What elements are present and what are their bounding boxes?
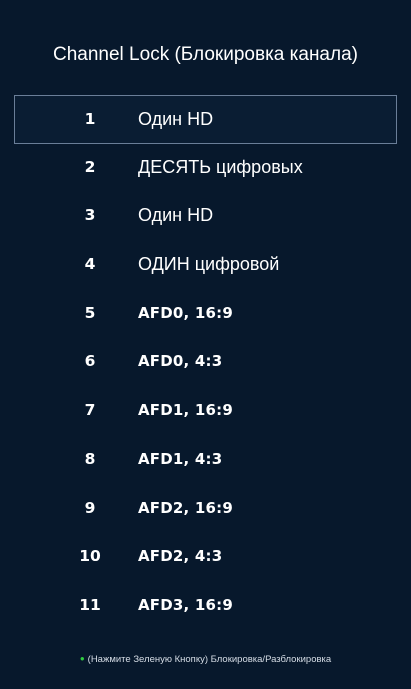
- channel-name: AFD0, 16:9: [138, 303, 233, 322]
- channel-number: 7: [84, 401, 96, 420]
- channel-row-10[interactable]: 10 AFD2, 4:3: [14, 533, 397, 582]
- channel-row-1[interactable]: 1 Один HD: [14, 95, 397, 144]
- green-bullet-icon: ●: [79, 654, 85, 663]
- channel-number: 2: [84, 157, 96, 176]
- channel-row-3[interactable]: 3 Один HD: [14, 192, 397, 241]
- channel-name: AFD0, 4:3: [138, 352, 223, 371]
- channel-row-4[interactable]: 4 ОДИН цифровой: [14, 241, 397, 290]
- channel-name: ДЕСЯТЬ цифровых: [138, 156, 303, 177]
- channel-name: AFD2, 16:9: [138, 498, 233, 517]
- channel-name: AFD1, 16:9: [138, 401, 233, 420]
- hint-text: (Нажмите Зеленую Кнопку) Блокировка/Разб…: [87, 654, 332, 665]
- channel-number: 3: [84, 206, 96, 225]
- channel-number: 6: [84, 352, 96, 371]
- channel-row-5[interactable]: 5 AFD0, 16:9: [14, 290, 397, 339]
- channel-name: AFD3, 16:9: [138, 595, 233, 614]
- channel-number: 10: [79, 547, 101, 566]
- channel-row-6[interactable]: 6 AFD0, 4:3: [14, 338, 397, 387]
- hint-text-row: ● (Нажмите Зеленую Кнопку) Блокировка/Раз…: [0, 654, 411, 665]
- channel-list: 1 Один HD 2 ДЕСЯТЬ цифровых 3 Один HD 4 …: [14, 95, 397, 631]
- channel-number: 1: [84, 110, 96, 128]
- channel-name: ОДИН цифровой: [138, 254, 280, 275]
- channel-lock-screen: Channel Lock (Блокировка канала) 1 Один …: [0, 0, 411, 689]
- channel-name: AFD1, 4:3: [138, 449, 223, 468]
- channel-number: 5: [84, 303, 96, 322]
- channel-row-7[interactable]: 7 AFD1, 16:9: [14, 387, 397, 436]
- channel-name: Один HD: [138, 205, 214, 226]
- channel-name: Один HD: [138, 109, 214, 129]
- channel-row-2[interactable]: 2 ДЕСЯТЬ цифровых: [14, 144, 397, 193]
- channel-number: 8: [84, 449, 96, 468]
- channel-number: 11: [79, 595, 101, 614]
- channel-row-9[interactable]: 9 AFD2, 16:9: [14, 485, 397, 534]
- channel-name: AFD2, 4:3: [138, 547, 223, 566]
- channel-row-11[interactable]: 11 AFD3, 16:9: [14, 582, 397, 631]
- channel-number: 4: [84, 255, 96, 274]
- page-title: Channel Lock (Блокировка канала): [53, 44, 358, 65]
- channel-number: 9: [84, 498, 96, 517]
- channel-row-8[interactable]: 8 AFD1, 4:3: [14, 436, 397, 485]
